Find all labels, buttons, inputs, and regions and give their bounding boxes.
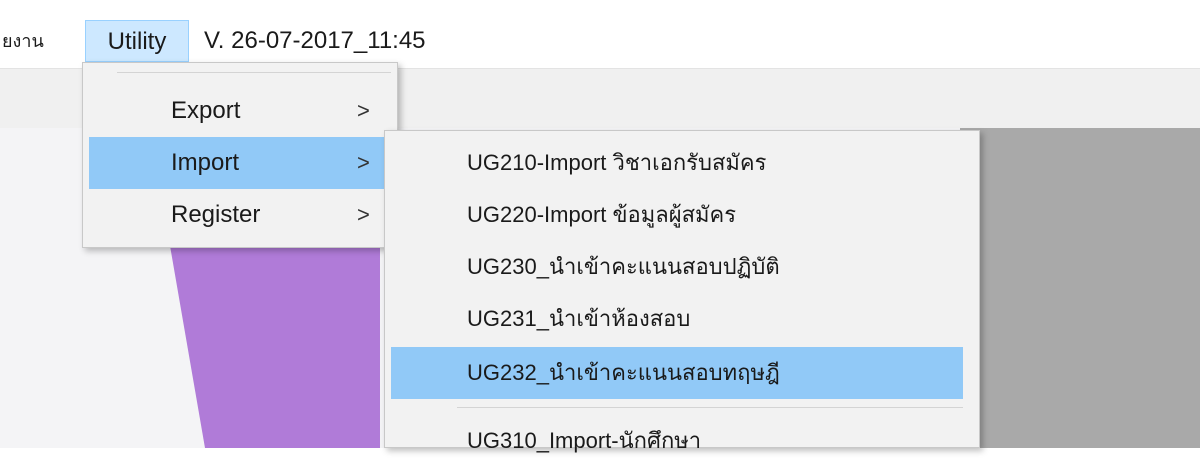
chevron-right-icon: > bbox=[357, 150, 370, 175]
menu-item-utility[interactable]: Utility bbox=[85, 20, 189, 62]
menu-item-label: UG232_นำเข้าคะแนนสอบทฤษฎี bbox=[467, 360, 780, 385]
menu-item-label: Import bbox=[171, 149, 240, 176]
utility-dropdown: Export > Import > Register > bbox=[82, 62, 398, 248]
menu-item-export[interactable]: Export > bbox=[89, 85, 391, 137]
menu-separator bbox=[457, 407, 963, 408]
menu-item-register[interactable]: Register > bbox=[89, 189, 391, 241]
menu-item-label: UG310_Import-นักศึกษา bbox=[467, 428, 702, 453]
menu-item-ug210[interactable]: UG210-Import วิชาเอกรับสมัคร bbox=[391, 137, 963, 189]
menu-bar: ยงาน Utility V. 26-07-2017_11:45 bbox=[0, 0, 1200, 68]
menu-item-label: Export bbox=[171, 97, 241, 124]
menu-item-ug310[interactable]: UG310_Import-นักศึกษา bbox=[391, 415, 963, 467]
menu-item-report[interactable]: ยงาน bbox=[0, 20, 80, 62]
import-submenu: UG210-Import วิชาเอกรับสมัคร UG220-Impor… bbox=[384, 130, 980, 453]
chevron-right-icon: > bbox=[357, 202, 370, 227]
chevron-right-icon: > bbox=[357, 98, 370, 123]
menu-item-ug230[interactable]: UG230_นำเข้าคะแนนสอบปฏิบัติ bbox=[391, 241, 963, 293]
menu-item-label: UG210-Import วิชาเอกรับสมัคร bbox=[467, 150, 767, 175]
gray-panel bbox=[960, 128, 1200, 448]
menu-item-import[interactable]: Import > bbox=[89, 137, 391, 189]
menu-item-label: UG231_นำเข้าห้องสอบ bbox=[467, 306, 691, 331]
menu-item-label: UG230_นำเข้าคะแนนสอบปฏิบัติ bbox=[467, 254, 780, 279]
menu-item-ug232[interactable]: UG232_นำเข้าคะแนนสอบทฤษฎี bbox=[391, 347, 963, 399]
version-label: V. 26-07-2017_11:45 bbox=[204, 27, 426, 54]
menu-separator bbox=[117, 72, 391, 73]
menu-item-label: Register bbox=[171, 201, 261, 228]
menu-item-ug231[interactable]: UG231_นำเข้าห้องสอบ bbox=[391, 293, 963, 345]
menu-item-ug220[interactable]: UG220-Import ข้อมูลผู้สมัคร bbox=[391, 189, 963, 241]
menu-item-label: UG220-Import ข้อมูลผู้สมัคร bbox=[467, 202, 737, 227]
